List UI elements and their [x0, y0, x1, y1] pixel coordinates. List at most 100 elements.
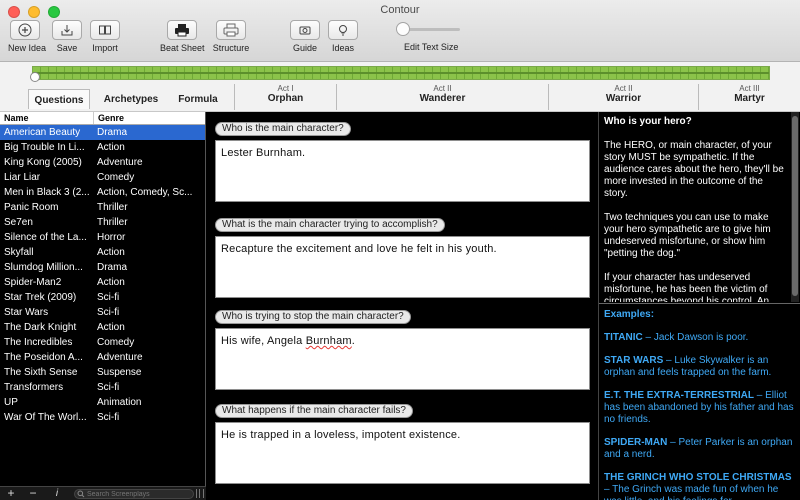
info-button[interactable]: i — [50, 487, 64, 500]
screenplay-list: Name Genre American Beauty Drama Big Troub… — [0, 112, 206, 486]
screenplay-name: King Kong (2005) — [4, 157, 82, 168]
lightbulb-icon — [328, 20, 358, 40]
list-rows: American Beauty Drama Big Trouble In Li...… — [0, 125, 205, 425]
search-input[interactable] — [87, 489, 187, 499]
panel-divider[interactable] — [599, 303, 800, 304]
example-title: TITANIC — [604, 332, 643, 343]
save-label: Save — [56, 43, 78, 53]
answer-field[interactable]: Lester Burnham. — [215, 140, 590, 202]
list-item[interactable]: The Sixth Sense Suspense — [0, 365, 205, 380]
tab-formula[interactable]: Formula — [170, 89, 226, 109]
remove-screenplay-button[interactable]: − — [26, 487, 40, 500]
screenplay-genre: Action — [97, 277, 125, 288]
text-size-slider-knob[interactable] — [396, 22, 410, 36]
tab-questions[interactable]: Questions — [28, 89, 90, 109]
resize-grip-icon[interactable] — [196, 489, 204, 498]
list-item[interactable]: Se7en Thriller — [0, 215, 205, 230]
list-item[interactable]: Big Trouble In Li... Action — [0, 140, 205, 155]
act-number: Act I — [277, 84, 294, 93]
list-item[interactable]: Spider-Man2 Action — [0, 275, 205, 290]
screenplay-name: Skyfall — [4, 247, 34, 258]
act-number: Act III — [739, 84, 760, 93]
screenplay-name: UP — [4, 397, 18, 408]
example-title: THE GRINCH WHO STOLE CHRISTMAS — [604, 472, 792, 483]
list-footer: + − i — [0, 486, 206, 500]
guide-paragraph: Two techniques you can use to make your … — [604, 212, 771, 259]
text-size-slider-track[interactable] — [402, 28, 460, 31]
plus-icon — [10, 20, 40, 40]
screenplay-genre: Drama — [97, 262, 128, 273]
name-column-header[interactable]: Name — [0, 112, 94, 124]
list-item[interactable]: Silence of the La... Horror — [0, 230, 205, 245]
screenplay-genre: Drama — [97, 127, 128, 138]
act-martyr[interactable]: Act III Martyr — [698, 84, 800, 110]
screenplay-name: Liar Liar — [4, 172, 41, 183]
answer-field[interactable]: He is trapped in a loveless, impotent ex… — [215, 422, 590, 484]
act-name: Martyr — [734, 93, 765, 104]
examples-section: Examples: TITANIC – Jack Dawson is poor.… — [599, 305, 800, 500]
list-item[interactable]: American Beauty Drama — [0, 125, 205, 140]
example-title: SPIDER-MAN — [604, 437, 668, 448]
list-item[interactable]: The Incredibles Comedy — [0, 335, 205, 350]
list-item[interactable]: Skyfall Action — [0, 245, 205, 260]
save-button[interactable]: Save — [52, 20, 82, 53]
act-warrior[interactable]: Act II Warrior — [548, 84, 698, 110]
beat-sheet-label: Beat Sheet — [160, 43, 205, 53]
guide-scroll-thumb[interactable] — [792, 116, 798, 296]
guide-scrollbar[interactable] — [791, 112, 799, 302]
screenplay-genre: Animation — [97, 397, 142, 408]
answer-text: His wife, Angela — [221, 335, 306, 347]
act-wanderer[interactable]: Act II Wanderer — [336, 84, 548, 110]
screenplay-name: Panic Room — [4, 202, 59, 213]
act-orphan[interactable]: Act I Orphan — [234, 84, 336, 110]
screenplay-name: Silence of the La... — [4, 232, 87, 243]
list-item[interactable]: War Of The Worl... Sci-fi — [0, 410, 205, 425]
answer-field[interactable]: Recapture the excitement and love he fel… — [215, 236, 590, 298]
download-tray-icon — [52, 20, 82, 40]
list-item[interactable]: Star Trek (2009) Sci-fi — [0, 290, 205, 305]
example-text: – Jack Dawson is poor. — [642, 332, 749, 343]
timeline-progress-bar[interactable] — [32, 66, 770, 80]
timeline-marker[interactable] — [30, 72, 40, 82]
list-item[interactable]: King Kong (2005) Adventure — [0, 155, 205, 170]
ideas-button[interactable]: Ideas — [328, 20, 358, 53]
list-item[interactable]: UP Animation — [0, 395, 205, 410]
list-item[interactable]: Men in Black 3 (2... Action, Comedy, Sc..… — [0, 185, 205, 200]
story-timeline: Questions Archetypes Formula Act I Orpha… — [0, 62, 800, 112]
example-title: STAR WARS — [604, 355, 664, 366]
list-item[interactable]: Panic Room Thriller — [0, 200, 205, 215]
search-field[interactable] — [74, 489, 194, 499]
screenplay-name: Star Wars — [4, 307, 49, 318]
tab-archetypes[interactable]: Archetypes — [96, 89, 166, 109]
screenplay-genre: Sci-fi — [97, 307, 120, 318]
guide-button[interactable]: Guide — [290, 20, 320, 53]
screenplay-genre: Thriller — [97, 217, 128, 228]
example-title: E.T. THE EXTRA-TERRESTRIAL — [604, 390, 755, 401]
list-item[interactable]: Transformers Sci-fi — [0, 380, 205, 395]
list-item[interactable]: Star Wars Sci-fi — [0, 305, 205, 320]
questions-panel: Who is the main character? Lester Burnha… — [207, 112, 598, 500]
list-item[interactable]: Liar Liar Comedy — [0, 170, 205, 185]
beat-sheet-button[interactable]: Beat Sheet — [160, 20, 205, 53]
new-idea-button[interactable]: New Idea — [8, 20, 46, 53]
camera-icon — [290, 20, 320, 40]
list-item[interactable]: The Dark Knight Action — [0, 320, 205, 335]
guide-paragraph: The HERO, or main character, of your sto… — [604, 140, 784, 199]
import-button[interactable]: Import — [90, 20, 120, 53]
question-label: Who is the main character? — [215, 122, 351, 136]
example-item: THE GRINCH WHO STOLE CHRISTMAS – The Gri… — [604, 472, 796, 500]
genre-column-header[interactable]: Genre — [94, 112, 124, 124]
screenplay-name: Se7en — [4, 217, 33, 228]
misspelled-word: Burnham — [305, 335, 352, 347]
add-screenplay-button[interactable]: + — [4, 487, 18, 500]
structure-button[interactable]: Structure — [212, 20, 250, 53]
answer-field[interactable]: His wife, Angela Burnham. — [215, 328, 590, 390]
question-label: What happens if the main character fails… — [215, 404, 413, 418]
guide-text: Who is your hero? The HERO, or main char… — [599, 112, 791, 302]
examples-heading: Examples: — [604, 309, 655, 320]
screenplay-genre: Sci-fi — [97, 412, 120, 423]
import-label: Import — [92, 43, 118, 53]
list-item[interactable]: The Poseidon A... Adventure — [0, 350, 205, 365]
screenplay-genre: Adventure — [97, 157, 143, 168]
list-item[interactable]: Slumdog Million... Drama — [0, 260, 205, 275]
